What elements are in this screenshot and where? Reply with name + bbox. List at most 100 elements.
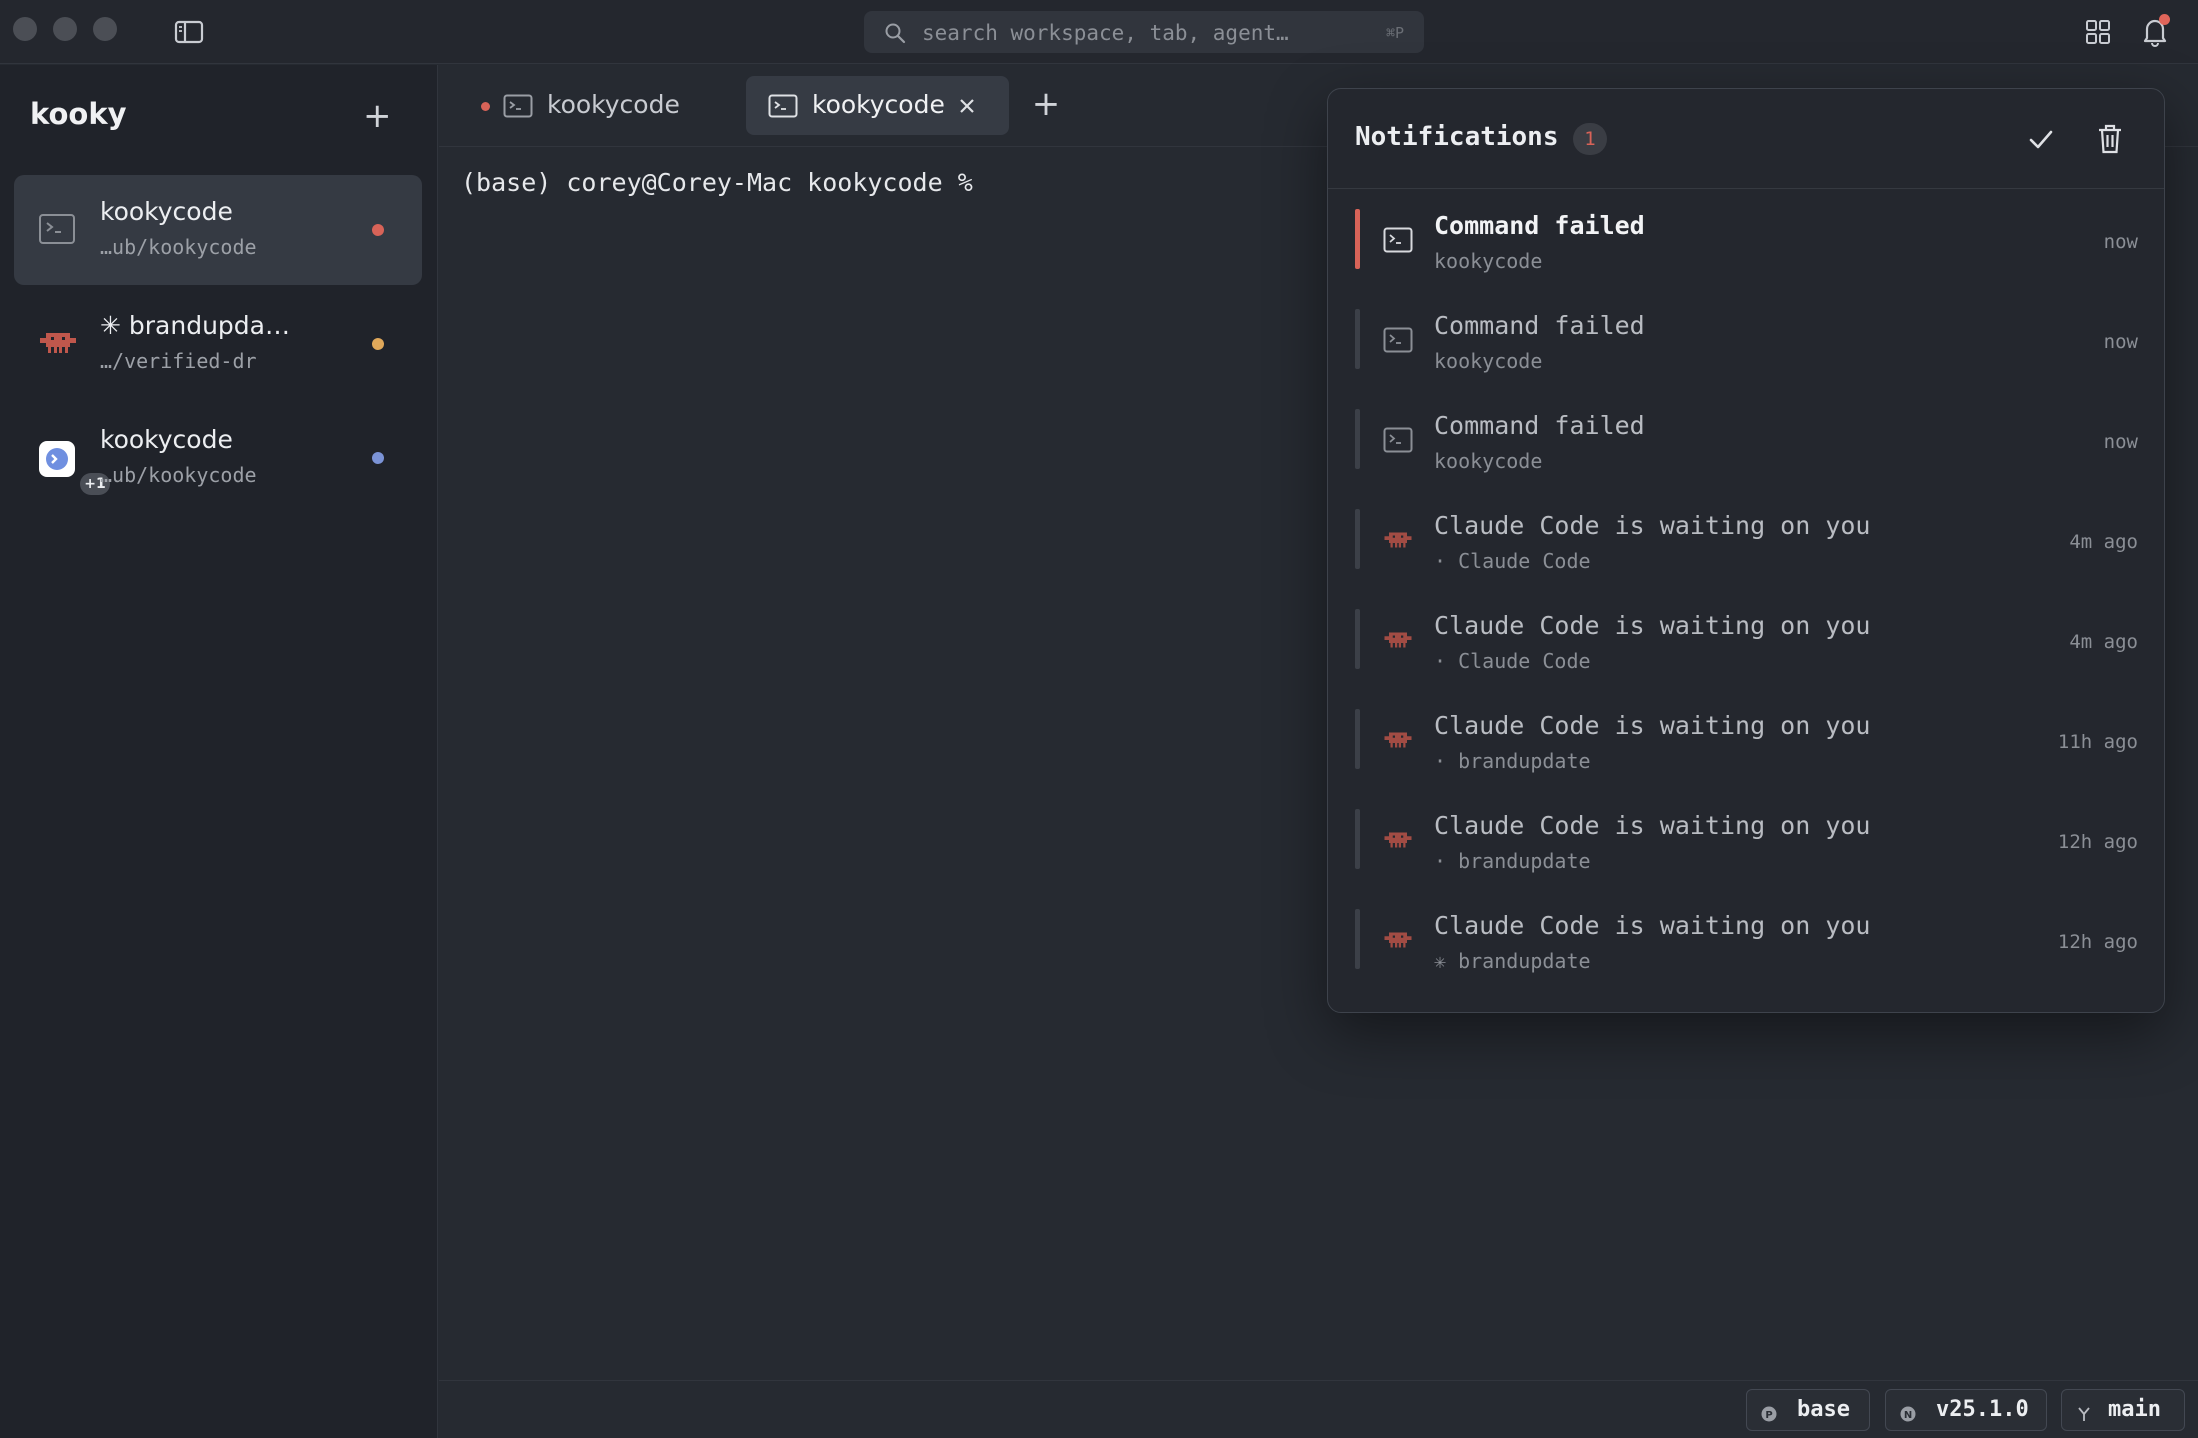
claude-code-icon [1383, 627, 1413, 653]
env-name: base [1797, 1397, 1850, 1422]
notification-time: 12h ago [2057, 931, 2138, 953]
node-icon: N [1900, 1403, 1916, 1422]
read-indicator [1355, 709, 1360, 769]
notification-item[interactable]: Command failed kookycode now [1328, 389, 2164, 489]
unread-indicator [1355, 209, 1360, 269]
notification-item[interactable]: Claude Code is waiting on you · Claude C… [1328, 589, 2164, 689]
notifications-header: Notifications 1 [1328, 89, 2164, 189]
git-branch-icon [2076, 1403, 2092, 1421]
status-dot [372, 224, 384, 236]
env-pill[interactable]: P base [1746, 1389, 1870, 1431]
window-zoom-button[interactable] [93, 17, 117, 41]
read-indicator [1355, 909, 1360, 969]
read-indicator [1355, 809, 1360, 869]
notifications-bell-icon[interactable] [2138, 14, 2172, 48]
search-icon [884, 22, 906, 44]
terminal-icon [1383, 427, 1413, 453]
status-dot [372, 452, 384, 464]
read-indicator [1355, 609, 1360, 669]
notification-item[interactable]: Claude Code is waiting on you · brandupd… [1328, 789, 2164, 889]
workspace-title: kooky [30, 97, 127, 131]
terminal-icon [1383, 327, 1413, 353]
notification-unread-dot [2159, 14, 2170, 25]
checkmark-icon[interactable] [2026, 125, 2056, 155]
terminal-icon [768, 94, 798, 118]
notification-source: · Claude Code [1434, 649, 1591, 673]
notification-title: Command failed [1434, 311, 1645, 340]
sidebar-item-kookycode[interactable]: kookycode …ub/kookycode [14, 175, 422, 285]
notification-title: Claude Code is waiting on you [1434, 811, 1871, 840]
claude-code-icon [1383, 927, 1413, 953]
terminal-icon [1383, 227, 1413, 253]
notification-source: ✳ brandupdate [1434, 949, 1591, 973]
notification-source: · Claude Code [1434, 549, 1591, 573]
node-version-pill[interactable]: N v25.1.0 [1885, 1389, 2047, 1431]
notification-item[interactable]: Claude Code is waiting on you · brandupd… [1328, 689, 2164, 789]
notification-item[interactable]: Claude Code is waiting on you ✳ brandupd… [1328, 889, 2164, 989]
tab-label: kookycode [547, 90, 680, 119]
notification-time: 11h ago [2057, 731, 2138, 753]
notification-time: 4m ago [2069, 531, 2138, 553]
status-dot [372, 338, 384, 350]
node-version: v25.1.0 [1936, 1397, 2029, 1422]
close-icon[interactable] [956, 95, 978, 117]
sidebar-item-path: …/verified-dr [100, 349, 257, 373]
window-close-button[interactable] [13, 17, 37, 41]
status-bar: P base N v25.1.0 main [439, 1380, 2198, 1438]
window-minimize-button[interactable] [53, 17, 77, 41]
python-env-icon: P [1761, 1403, 1777, 1422]
sidebar-item-brandupdate[interactable]: ✳ brandupda… …/verified-dr [14, 289, 422, 399]
notification-time: now [2103, 431, 2138, 453]
notifications-panel: Notifications 1 Command failed kookycode… [1327, 88, 2165, 1013]
git-branch-name: main [2108, 1397, 2161, 1422]
add-workspace-button[interactable]: + [363, 99, 392, 133]
notification-time: now [2103, 231, 2138, 253]
claude-code-icon [38, 327, 76, 359]
notification-time: now [2103, 331, 2138, 353]
notification-item[interactable]: Command failed kookycode now [1328, 289, 2164, 389]
notification-title: Command failed [1434, 411, 1645, 440]
git-branch-pill[interactable]: main [2061, 1389, 2185, 1431]
claude-code-icon [1383, 527, 1413, 553]
sidebar-item-kookycode-2[interactable]: +1 kookycode …ub/kookycode [14, 403, 422, 513]
sidebar-toggle-icon[interactable] [174, 20, 204, 44]
notification-item[interactable]: Claude Code is waiting on you · Claude C… [1328, 489, 2164, 589]
sidebar: kooky + kookycode …ub/kookycode ✳ brandu… [0, 65, 438, 1438]
terminal-icon [503, 94, 533, 118]
notifications-count-badge: 1 [1573, 123, 1607, 155]
tab-kookycode-2[interactable]: kookycode [746, 76, 1009, 135]
notification-title: Command failed [1434, 211, 1645, 240]
sidebar-item-path: …ub/kookycode [100, 235, 257, 259]
notifications-title: Notifications [1355, 122, 1559, 152]
sidebar-item-name: kookycode [100, 197, 233, 226]
claude-code-icon [1383, 827, 1413, 853]
notification-time: 4m ago [2069, 631, 2138, 653]
new-tab-button[interactable]: + [1027, 87, 1065, 125]
sidebar-item-path: …ub/kookycode [100, 463, 257, 487]
app-window: search workspace, tab, agent… ⌘P kooky +… [0, 0, 2198, 1438]
notification-title: Claude Code is waiting on you [1434, 911, 1871, 940]
notification-source: kookycode [1434, 349, 1543, 373]
tab-unread-dot [481, 102, 490, 111]
trash-icon[interactable] [2096, 123, 2124, 155]
notification-source: kookycode [1434, 449, 1543, 473]
notification-title: Claude Code is waiting on you [1434, 611, 1871, 640]
search-placeholder: search workspace, tab, agent… [922, 21, 1289, 45]
notification-source: · brandupdate [1434, 849, 1591, 873]
tab-label: kookycode [812, 90, 945, 119]
search-shortcut: ⌘P [1385, 24, 1404, 42]
grid-icon[interactable] [2084, 18, 2112, 46]
notification-title: Claude Code is waiting on you [1434, 711, 1871, 740]
notification-source: kookycode [1434, 249, 1543, 273]
claude-code-icon [1383, 727, 1413, 753]
svg-text:N: N [1904, 1410, 1912, 1421]
search-bar[interactable]: search workspace, tab, agent… ⌘P [864, 11, 1424, 53]
notification-time: 12h ago [2057, 831, 2138, 853]
tab-kookycode-1[interactable]: kookycode [459, 76, 689, 135]
notification-item[interactable]: Command failed kookycode now [1328, 189, 2164, 289]
title-bar: search workspace, tab, agent… ⌘P [0, 0, 2198, 64]
terminal-prompt: (base) corey@Corey-Mac kookycode % [461, 168, 973, 197]
app-icon: +1 [38, 441, 110, 495]
read-indicator [1355, 409, 1360, 469]
terminal-icon [38, 213, 76, 245]
